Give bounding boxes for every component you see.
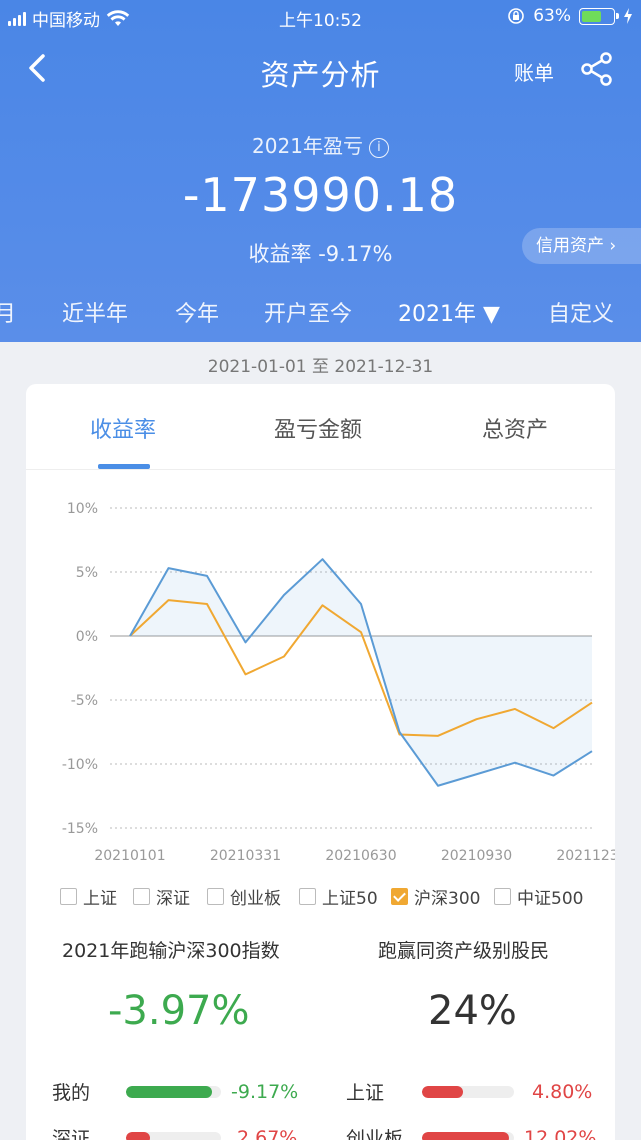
compare-row-shangzheng: 上证 4.80% — [346, 1078, 592, 1105]
compare-row-mine: 我的 -9.17% — [52, 1078, 298, 1105]
tab-underline — [98, 464, 150, 469]
y-tick-label: 10% — [67, 501, 98, 517]
checkbox-zz500[interactable]: 中证500 — [494, 884, 583, 909]
battery-icon — [579, 7, 619, 25]
checkbox-box — [494, 888, 511, 905]
checkbox-hs300[interactable]: 沪深300 — [391, 884, 480, 909]
compare-name: 我的 — [52, 1082, 91, 1104]
index-checkboxes: 上证 深证 创业板 上证50 沪深300 中证500 — [26, 884, 615, 914]
profit-loss-value: -173990.18 — [182, 168, 459, 222]
header: 中国移动 上午10:52 63% 资产分析 账单 2021年盈亏 i -17399… — [0, 0, 641, 342]
period-tabs: 月 近半年 今年 开户至今 2021年 ▼ 自定义 — [0, 296, 641, 332]
compare-value: 4.80% — [532, 1080, 593, 1103]
compare-bar — [422, 1085, 514, 1098]
status-bar: 中国移动 上午10:52 63% — [0, 0, 641, 34]
chart-tabs: 收益率 盈亏金额 总资产 — [26, 384, 615, 470]
checkbox-label: 上证 — [83, 889, 117, 909]
y-tick-label: 5% — [76, 565, 98, 581]
tab-total-assets[interactable]: 总资产 — [482, 412, 548, 444]
x-tick-label: 20210101 — [94, 848, 165, 864]
checkbox-shenzheng[interactable]: 深证 — [133, 884, 190, 909]
compare-bar — [126, 1085, 221, 1098]
x-tick-label: 20211231 — [556, 848, 615, 864]
vs-index-value: -3.97% — [108, 988, 250, 1034]
battery-percent: 63% — [533, 6, 571, 26]
compare-name: 上证 — [346, 1082, 385, 1104]
y-tick-label: 0% — [76, 629, 98, 645]
beat-investors-value: 24% — [428, 988, 517, 1034]
x-tick-label: 20210930 — [441, 848, 512, 864]
checkbox-label: 中证500 — [517, 889, 584, 909]
y-tick-label: -10% — [62, 757, 98, 773]
checkbox-box — [299, 888, 316, 905]
compare-bar — [126, 1131, 221, 1140]
info-icon[interactable]: i — [368, 138, 389, 158]
period-tab-this-year[interactable]: 今年 — [175, 296, 219, 328]
tab-return-rate[interactable]: 收益率 — [90, 412, 156, 444]
y-tick-label: -5% — [71, 693, 98, 709]
compare-row-shenzheng: 深证 2.67% — [52, 1124, 297, 1140]
return-chart: 10% 5% 0% -5% -10% -15% 20210101 20210331 202106… — [62, 501, 615, 864]
checkbox-box-checked — [391, 888, 408, 905]
period-tab-month[interactable]: 月 — [0, 296, 16, 328]
share-icon[interactable] — [578, 50, 616, 88]
analysis-card: 收益率 盈亏金额 总资产 10% 5% 0% -5% -10% -15% 20210101 2… — [26, 384, 615, 1140]
checkbox-label: 沪深300 — [414, 889, 481, 909]
checkbox-box — [207, 888, 224, 905]
profit-loss-label: 2021年盈亏 i — [0, 130, 641, 159]
beat-investors-label: 跑赢同资产级别股民 — [378, 940, 550, 962]
period-tab-half-year[interactable]: 近半年 — [62, 296, 128, 328]
vs-index-label: 2021年跑输沪深300指数 — [62, 940, 280, 962]
compare-value: 2.67% — [237, 1126, 298, 1140]
period-tab-custom[interactable]: 自定义 — [548, 296, 614, 328]
nav-bar: 资产分析 账单 — [0, 40, 641, 98]
checkbox-shangzheng[interactable]: 上证 — [60, 884, 117, 909]
compare-value: -9.17% — [231, 1080, 299, 1103]
x-tick-label: 20210630 — [325, 848, 396, 864]
checkbox-box — [133, 888, 150, 905]
credit-assets-button[interactable]: 信用资产 › — [522, 228, 641, 264]
compare-value: 12.02% — [524, 1126, 597, 1140]
mine-area — [130, 559, 592, 786]
chevron-right-icon: › — [604, 236, 617, 256]
compare-name: 深证 — [52, 1128, 91, 1140]
credit-assets-label: 信用资产 — [536, 236, 604, 256]
checkbox-label: 深证 — [156, 889, 190, 909]
checkbox-chuangyeban[interactable]: 创业板 — [207, 884, 281, 909]
orientation-lock-icon — [508, 8, 525, 24]
y-tick-label: -15% — [62, 821, 98, 837]
compare-row-chuangyeban: 创业板 12.02% — [346, 1124, 596, 1140]
compare-list: 我的 -9.17% 上证 4.80% 深证 2.67% 创业板 12.02% — [26, 1072, 615, 1140]
checkbox-sz50[interactable]: 上证50 — [299, 884, 378, 909]
charging-icon — [624, 8, 632, 24]
tab-profit-amount[interactable]: 盈亏金额 — [274, 412, 362, 444]
checkbox-label: 上证50 — [322, 889, 378, 909]
bill-button[interactable]: 账单 — [514, 57, 554, 86]
checkbox-label: 创业板 — [230, 889, 281, 909]
checkbox-box — [60, 888, 77, 905]
x-tick-label: 20210331 — [210, 848, 281, 864]
compare-bar — [422, 1131, 514, 1140]
period-tab-2021[interactable]: 2021年 ▼ — [398, 296, 500, 328]
profit-loss-title: 2021年盈亏 — [252, 134, 363, 158]
compare-name: 创业板 — [346, 1128, 404, 1140]
date-range: 2021-01-01 至 2021-12-31 — [207, 357, 434, 377]
period-tab-since-open[interactable]: 开户至今 — [264, 296, 352, 328]
